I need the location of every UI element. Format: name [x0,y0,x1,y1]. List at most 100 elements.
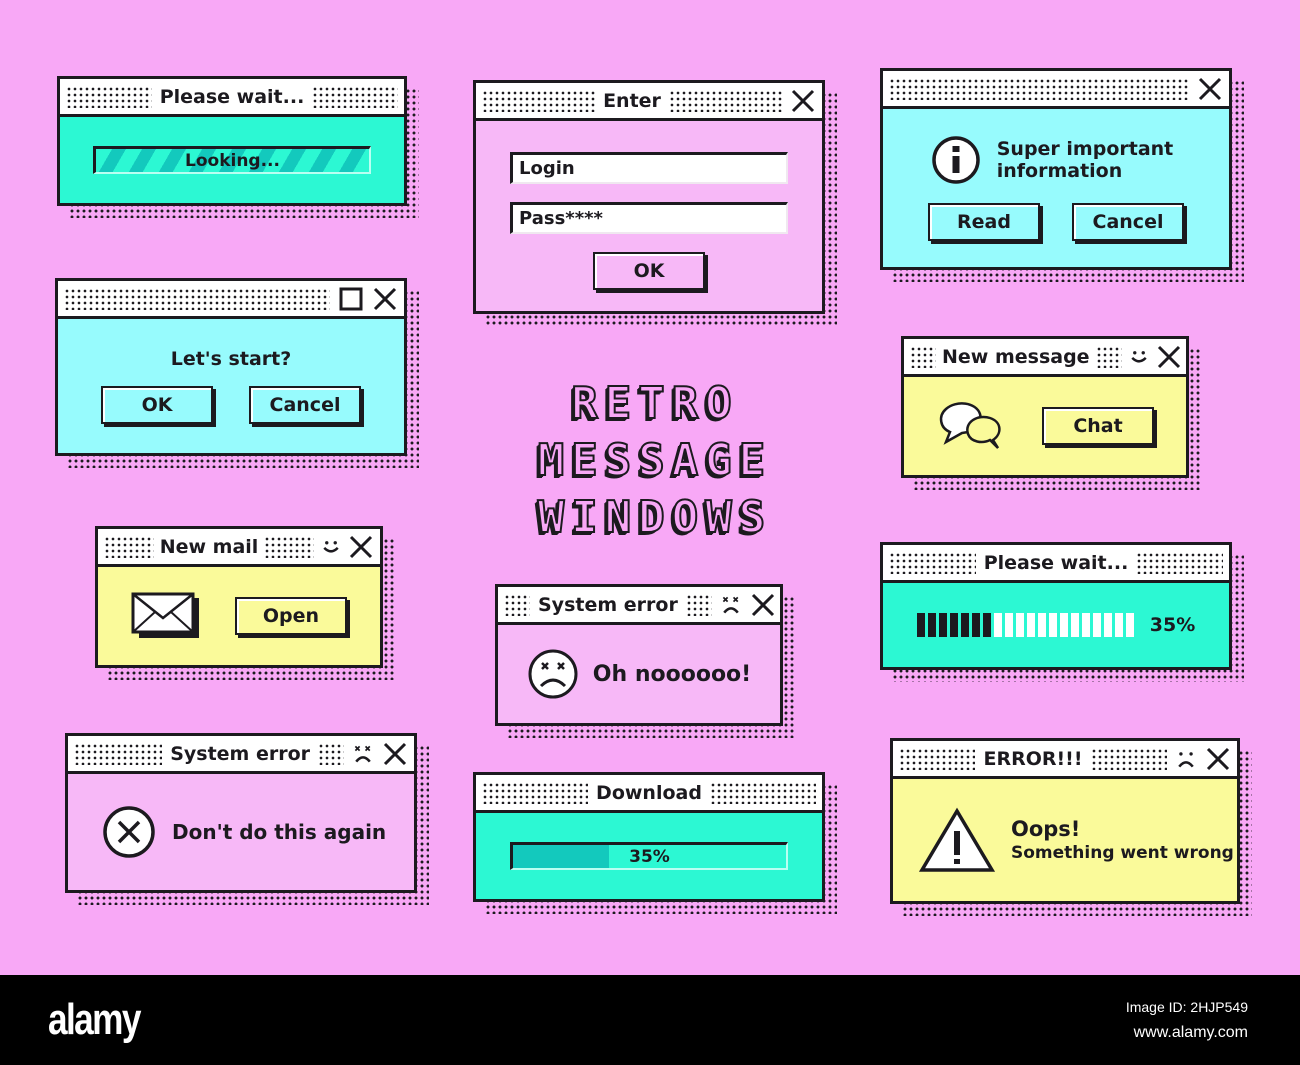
dont-message: Don't do this again [172,820,387,844]
cancel-button[interactable]: Cancel [249,386,361,424]
progress-segment-empty [1103,613,1112,637]
headline-line-2: MESSAGE [537,434,773,487]
cancel-button[interactable]: Cancel [1072,203,1184,241]
titlebar[interactable]: New message [904,339,1186,377]
close-icon[interactable] [1197,76,1223,102]
close-icon[interactable] [790,88,816,114]
titlebar-dots [66,85,152,108]
progress-segment-filled [927,613,936,637]
titlebar-dots [482,89,596,112]
site-link[interactable]: www.alamy.com [1134,1024,1248,1042]
download-progress-bar: 35% [510,842,788,870]
progress-percent: 35% [1149,614,1196,636]
titlebar-dots [889,551,976,574]
titlebar[interactable]: Please wait... [883,545,1229,583]
download-progress-text: 35% [629,846,670,867]
oh-no-message: Oh noooooo! [592,661,752,687]
new-message-window: New message Chat [901,336,1201,490]
close-icon[interactable] [382,741,408,767]
super-important-window: Super important information Read Cancel [880,68,1244,282]
message-line-2: information [996,160,1123,182]
titlebar-dots [1095,345,1122,368]
progress-segment-empty [1004,613,1013,637]
titlebar[interactable] [58,281,404,319]
close-icon[interactable] [348,534,374,560]
progress-segment-filled [938,613,947,637]
window-title: Enter [603,89,661,112]
read-button[interactable]: Read [928,203,1040,241]
window-title: Please wait... [159,85,305,108]
login-field[interactable]: Login [510,152,788,184]
oops-heading: Oops! [1011,817,1081,841]
download-window: Download 35% [473,772,837,914]
please-wait-looking-window: Please wait... Looking... [57,76,419,218]
lets-start-message: Let's start? [170,348,292,370]
progress-segment-empty [1070,613,1079,637]
titlebar-dots [264,535,315,558]
segmented-progress-bar [916,613,1134,637]
new-mail-window: New mail Open [95,526,395,680]
info-icon [931,136,980,184]
progress-segment-empty [1015,613,1024,637]
titlebar[interactable]: System error [498,587,780,625]
close-icon[interactable] [1205,746,1231,772]
titlebar-dots [899,747,976,770]
window-title: New message [942,345,1090,368]
titlebar-dots [685,593,712,616]
titlebar[interactable]: Download [476,775,822,813]
system-error-oh-no-window: System error Oh noooooo! [495,584,795,738]
window-title: System error [538,593,678,616]
error-oops-window: ERROR!!! Oops! Something went wrong [890,738,1252,916]
ok-button[interactable]: OK [593,252,705,290]
progress-segment-empty [1037,613,1046,637]
titlebar-dots [482,781,589,804]
titlebar[interactable]: ERROR!!! [893,741,1237,779]
open-button[interactable]: Open [235,597,347,635]
titlebar-dots [709,781,816,804]
progress-segment-empty [1125,613,1134,637]
chat-button[interactable]: Chat [1042,407,1154,445]
titlebar-dots [889,77,1189,100]
titlebar[interactable] [883,71,1229,109]
close-icon[interactable] [372,286,398,312]
titlebar-dots [64,287,330,310]
sad-face-icon [722,596,739,613]
close-icon[interactable] [750,592,776,618]
titlebar-dots [1090,747,1167,770]
progress-segment-filled [982,613,991,637]
please-wait-segmented-window: Please wait... 35% [880,542,1244,682]
progress-segment-empty [993,613,1002,637]
sad-face-icon [1178,751,1194,767]
envelope-icon [131,592,199,638]
dizzy-sad-face-icon [528,649,578,699]
titlebar-dots [668,89,783,112]
headline-line-3: WINDOWS [537,491,773,544]
sad-face-icon [354,745,371,762]
titlebar[interactable]: Please wait... [60,79,404,117]
progress-segment-empty [1114,613,1123,637]
titlebar[interactable]: System error [68,736,414,774]
titlebar[interactable]: Enter [476,83,822,121]
password-field[interactable]: Pass**** [510,202,788,234]
headline: RETRO MESSAGE WINDOWS [505,375,805,546]
chat-bubbles-icon [939,402,1001,449]
progress-segment-filled [949,613,958,637]
lets-start-window: Let's start? OK Cancel [55,278,419,468]
message-line-1: Super important [996,138,1174,160]
progress-segment-empty [1092,613,1101,637]
progress-segment-empty [1048,613,1057,637]
progress-segment-filled [971,613,980,637]
progress-segment-filled [916,613,925,637]
window-title: New mail [159,535,259,558]
progress-segment-empty [1059,613,1068,637]
window-title: System error [170,742,310,765]
maximize-icon[interactable] [338,286,364,312]
titlebar[interactable]: New mail [98,529,380,567]
titlebar-dots [312,85,399,108]
ok-button[interactable]: OK [101,386,213,424]
titlebar-dots [504,593,530,616]
progress-segment-filled [960,613,969,637]
progress-label: Looking... [185,150,280,171]
titlebar-dots [318,742,344,765]
close-icon[interactable] [1156,344,1182,370]
